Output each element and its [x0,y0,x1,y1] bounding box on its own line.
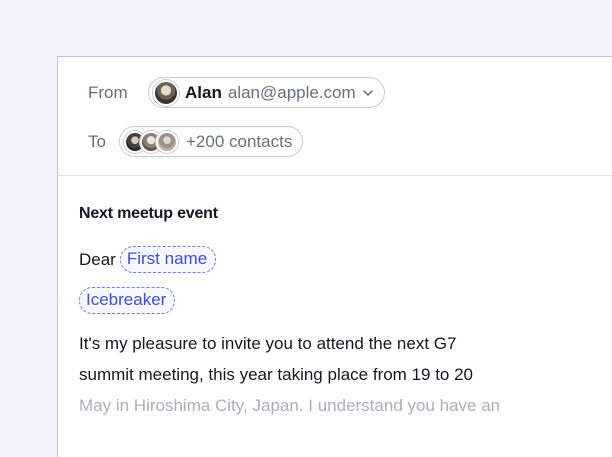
sender-email: alan@apple.com [227,82,356,102]
icebreaker-line: Icebreaker [79,287,176,314]
sender-selector[interactable]: Alan alan@apple.com [148,77,385,108]
recipients-count: +200 contacts [186,131,293,151]
first-name-variable[interactable]: First name [119,246,217,273]
body-line-2: summit meeting, this year taking place f… [79,365,474,384]
body-paragraph[interactable]: It's my pleasure to invite you to attend… [79,328,579,421]
body-line-3: May in Hiroshima City, Japan. I understa… [79,396,501,415]
recipient-avatars [124,130,178,153]
from-row: From Alan alan@apple.com [88,77,385,108]
email-composer: From Alan alan@apple.com To +200 contact… [57,56,612,457]
recipient-avatar [156,130,178,153]
to-row: To +200 contacts [88,126,304,157]
recipients-selector[interactable]: +200 contacts [119,126,304,157]
to-label: To [88,131,106,151]
sender-avatar [153,79,179,106]
greeting-text: Dear [79,249,116,269]
greeting-line: Dear First name [79,246,217,273]
chevron-down-icon [362,87,374,99]
icebreaker-variable[interactable]: Icebreaker [79,287,176,314]
from-label: From [88,82,128,102]
subject-line[interactable]: Next meetup event [79,205,218,223]
composer-header: From Alan alan@apple.com To +200 contact… [58,57,612,176]
sender-name: Alan [185,82,222,102]
body-line-1: It's my pleasure to invite you to attend… [79,334,457,353]
